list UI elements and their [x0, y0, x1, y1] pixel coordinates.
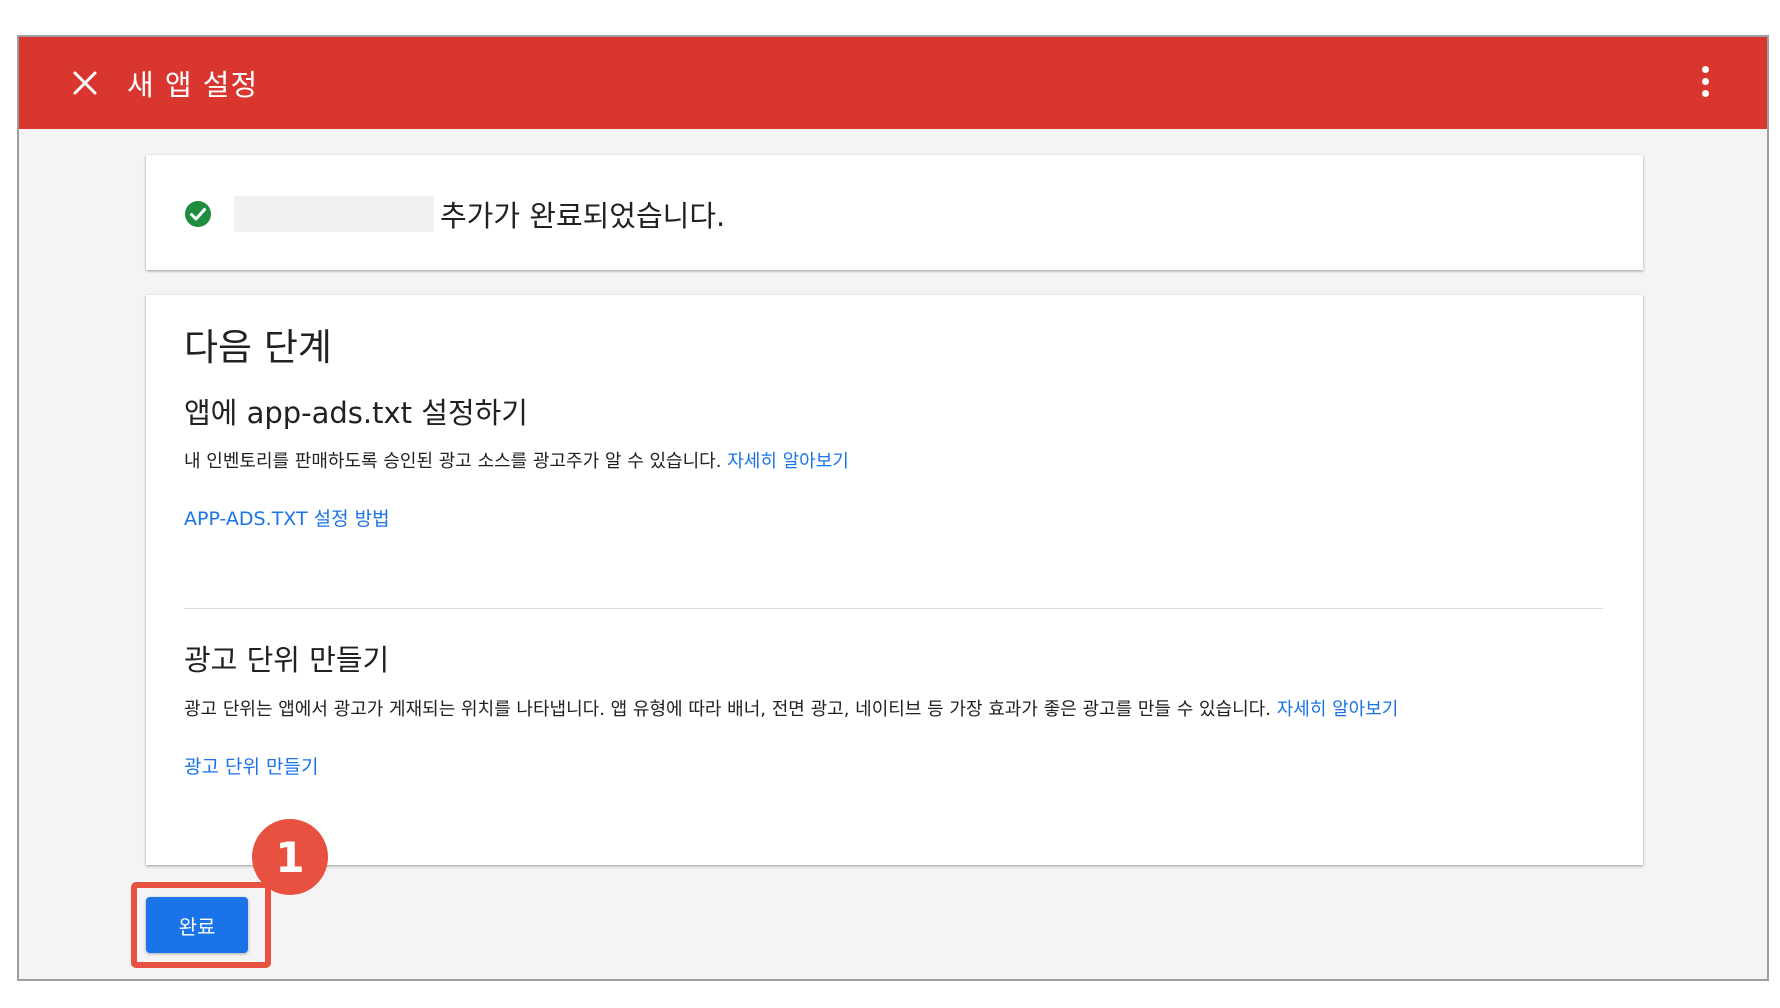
- ad-units-learn-more-link[interactable]: 자세히 알아보기: [1277, 699, 1399, 720]
- step-number-badge: 1: [252, 819, 328, 895]
- more-options-button[interactable]: [1693, 59, 1717, 103]
- close-button[interactable]: [67, 65, 103, 101]
- check-circle-icon: [185, 201, 211, 227]
- next-steps-title: 다음 단계: [184, 326, 332, 369]
- done-button[interactable]: 완료: [146, 897, 248, 953]
- create-ad-unit-link[interactable]: 광고 단위 만들기: [184, 752, 318, 779]
- app-ads-setup-link[interactable]: APP-ADS.TXT 설정 방법: [184, 504, 390, 531]
- top-app-bar: 새 앱 설정: [19, 37, 1767, 129]
- redacted-app-name: [234, 196, 434, 232]
- app-ads-description-line: 내 인벤토리를 판매하도록 승인된 광고 소스를 광고주가 알 수 있습니다. …: [184, 447, 849, 473]
- success-card: 추가가 완료되었습니다.: [146, 155, 1643, 270]
- app-ads-learn-more-link[interactable]: 자세히 알아보기: [727, 451, 849, 472]
- ad-units-description: 광고 단위는 앱에서 광고가 게재되는 위치를 나타냅니다. 앱 유형에 따라 …: [184, 699, 1271, 720]
- ad-units-description-line: 광고 단위는 앱에서 광고가 게재되는 위치를 나타냅니다. 앱 유형에 따라 …: [184, 695, 1398, 721]
- page-title: 새 앱 설정: [127, 68, 259, 102]
- ad-units-heading: 광고 단위 만들기: [184, 643, 390, 677]
- app-ads-description: 내 인벤토리를 판매하도록 승인된 광고 소스를 광고주가 알 수 있습니다.: [184, 451, 722, 472]
- section-divider: [184, 608, 1603, 609]
- more-vert-icon: [1701, 65, 1709, 73]
- app-setup-window: 새 앱 설정 추가가 완료되었습니다. 다음 단계 앱에 app-ads.txt…: [17, 35, 1769, 981]
- next-steps-card: 다음 단계 앱에 app-ads.txt 설정하기 내 인벤토리를 판매하도록 …: [146, 295, 1643, 865]
- success-message-row: 추가가 완료되었습니다.: [184, 193, 725, 235]
- success-message: 추가가 완료되었습니다.: [440, 199, 726, 233]
- app-ads-heading: 앱에 app-ads.txt 설정하기: [184, 396, 528, 430]
- close-icon: [73, 71, 97, 95]
